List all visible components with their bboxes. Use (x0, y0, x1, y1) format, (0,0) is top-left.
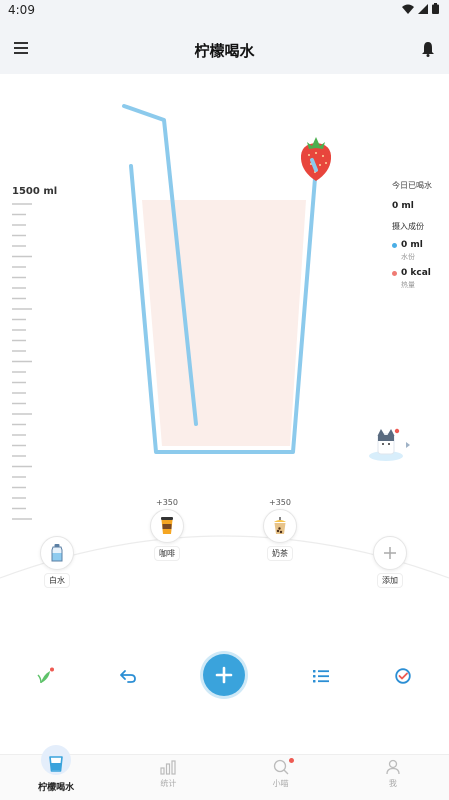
nav-item-water[interactable]: 柠檬喝水 (0, 745, 112, 800)
plant-button[interactable] (36, 666, 56, 686)
plus-icon (215, 666, 233, 684)
wifi-icon (402, 4, 414, 14)
nav-label: 我 (388, 779, 397, 788)
intake-label: 摄入成份 (392, 222, 424, 231)
calorie-dot (392, 271, 397, 276)
water-cup-icon (49, 756, 63, 772)
nav-item-stats[interactable]: 统计 (112, 755, 224, 800)
battery-icon (432, 3, 439, 14)
bar-chart-icon (160, 760, 176, 775)
today-label: 今日已喝水 (392, 181, 432, 190)
drink-water[interactable]: 白水 (37, 534, 77, 588)
drink-label: 添加 (377, 573, 403, 588)
search-icon (273, 759, 289, 775)
nav-label: 统计 (160, 779, 177, 788)
notification-dot (288, 758, 294, 763)
drink-add[interactable]: 添加 (370, 534, 410, 588)
page-title: 柠檬喝水 (194, 42, 255, 60)
cat-mascot-icon[interactable] (369, 428, 410, 461)
add-water-button[interactable] (203, 654, 245, 696)
drink-extra: +350 (269, 498, 291, 507)
calorie-label: 热量 (401, 281, 415, 289)
check-circle-icon (395, 668, 411, 684)
nav-item-me[interactable]: 我 (337, 755, 449, 800)
signal-icon (418, 3, 428, 14)
bell-icon[interactable] (421, 41, 435, 57)
drink-label: 咖啡 (154, 546, 180, 561)
nav-label: 小喵 (272, 779, 289, 788)
check-in-button[interactable] (393, 666, 413, 686)
drink-milk-tea[interactable]: +350 奶茶 (260, 498, 300, 561)
calorie-value: 0 kcal (401, 268, 431, 278)
undo-icon (120, 670, 136, 683)
list-icon (313, 670, 329, 683)
status-time: 4:09 (8, 3, 35, 17)
water-label: 水份 (401, 253, 415, 261)
drink-circle (373, 536, 407, 570)
undo-button[interactable] (118, 666, 138, 686)
drink-circle (263, 509, 297, 543)
nav-label: 柠檬喝水 (38, 783, 75, 793)
today-value: 0 ml (392, 201, 414, 211)
strawberry-garnish (300, 137, 332, 181)
drink-label: 白水 (44, 573, 70, 588)
water-value: 0 ml (401, 240, 423, 250)
plus-icon (384, 547, 396, 559)
today-summary: 今日已喝水 0 ml 摄入成份 0 ml 水份 0 kcal 热量 (392, 180, 448, 296)
milk-tea-icon (274, 517, 286, 534)
water-bottle-icon (51, 544, 63, 562)
status-icons (402, 3, 439, 14)
drink-circle (150, 509, 184, 543)
app-header: 柠檬喝水 (0, 24, 449, 74)
coffee-cup-icon (161, 517, 173, 534)
water-intake: 0 ml 水份 (392, 240, 448, 262)
water-glass (122, 104, 410, 461)
calorie-intake: 0 kcal 热量 (392, 268, 448, 290)
glass-liquid (142, 200, 306, 446)
status-bar: 4:09 (0, 0, 449, 24)
drink-circle (40, 536, 74, 570)
main-area: 1500 ml 今日已喝水 0 ml 摄入成份 0 ml 水份 0 kcal 热… (0, 74, 449, 754)
nav-item-cat[interactable]: 小喵 (225, 755, 337, 800)
drink-coffee[interactable]: +350 咖啡 (147, 498, 187, 561)
drink-label: 奶茶 (267, 546, 293, 561)
water-dot (392, 243, 397, 248)
person-icon (386, 759, 400, 775)
bottom-nav: 柠檬喝水 统计 小喵 我 (0, 745, 449, 800)
record-list-button[interactable] (311, 666, 331, 686)
sprout-icon (37, 667, 54, 684)
drink-extra: +350 (156, 498, 178, 507)
